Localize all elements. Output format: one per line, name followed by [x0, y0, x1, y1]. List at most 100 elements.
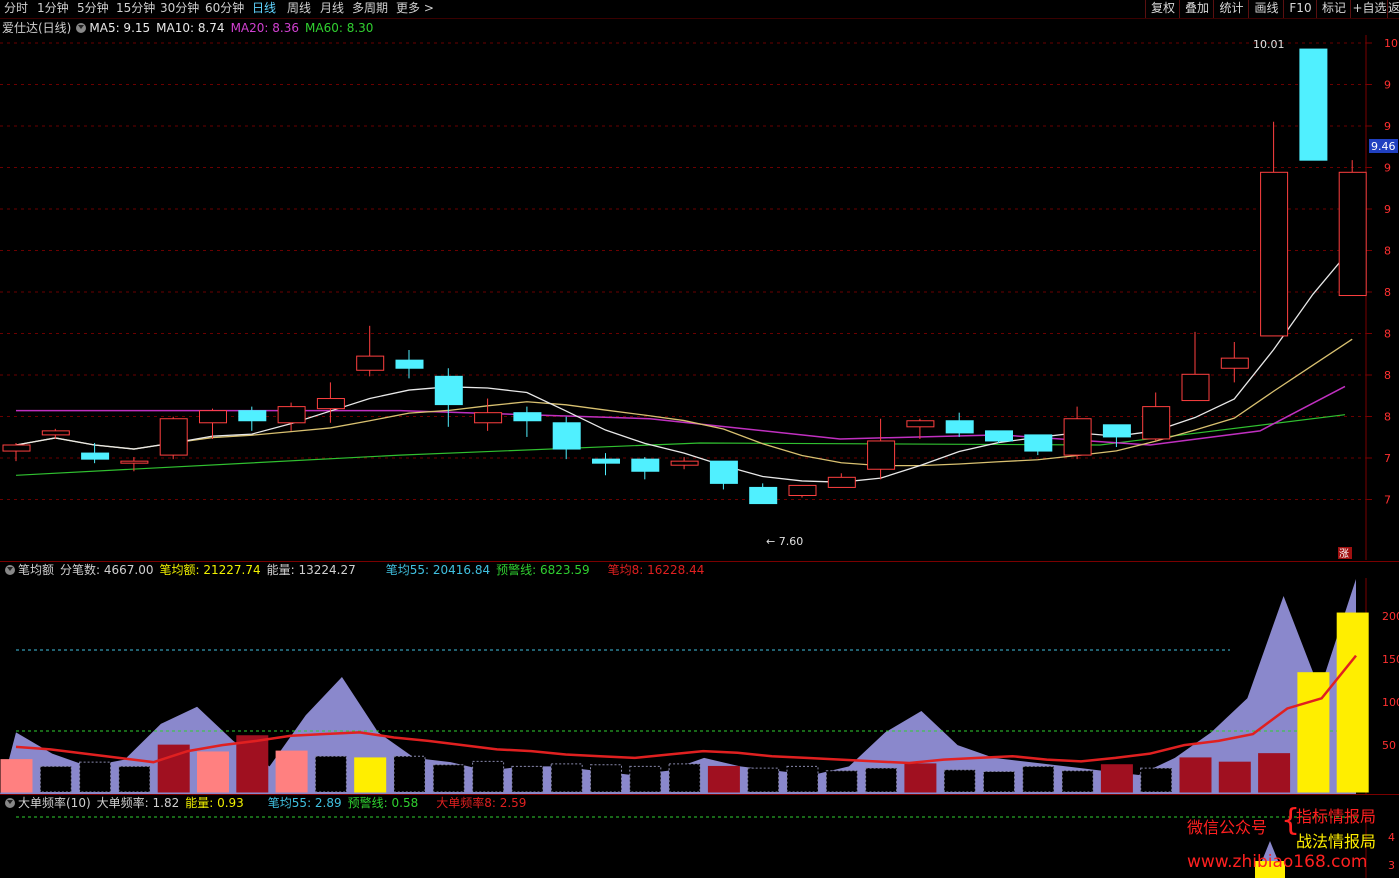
timeframe-tab-9[interactable]: 多周期: [352, 0, 388, 18]
panel1-dropdown-icon[interactable]: [5, 565, 15, 575]
p1-bar: [629, 765, 662, 793]
panel1-legend: 笔均额 分笔数: 4667.00 笔均额: 21227.74 能量: 13224.27…: [2, 563, 710, 577]
candle-body: [788, 484, 817, 496]
p1-bar: [943, 769, 976, 793]
price-axis-label: 9: [1384, 120, 1391, 133]
p1-bar: [275, 750, 308, 793]
p1-3: 能量: 13224.27: [266, 563, 356, 577]
panel2-dropdown-icon[interactable]: [5, 798, 15, 808]
price-axis-label: 8: [1384, 245, 1391, 258]
candle-body: [709, 460, 738, 484]
candle-body: [474, 412, 503, 424]
stock-title[interactable]: 爱仕达(日线): [2, 21, 71, 35]
price-axis-label: 8: [1384, 286, 1391, 299]
timeframe-tab-4[interactable]: 30分钟: [160, 0, 199, 18]
avg8-line: [15, 654, 1357, 765]
p1-axis-label: 50: [1382, 739, 1396, 752]
timeframe-tab-6[interactable]: 日线: [252, 0, 276, 18]
indicator-panel-1[interactable]: 200 150 100 50: [0, 578, 1399, 794]
candle-body: [1181, 373, 1210, 402]
price-axis-label: 9: [1384, 79, 1391, 92]
ma-legend-0: MA5: 9.15: [89, 21, 151, 35]
candle-body: [906, 420, 935, 428]
p1-6: 笔均8: 16228.44: [607, 563, 705, 577]
p2-4: 预警线: 0.58: [347, 796, 419, 810]
p1-bar: [118, 765, 151, 793]
p2-2: 能量: 0.93: [185, 796, 244, 810]
candle-body: [513, 412, 542, 422]
p1-bar: [236, 735, 269, 793]
ma10-line: [15, 338, 1353, 467]
timeframe-tab-5[interactable]: 60分钟: [205, 0, 244, 18]
p1-bar: [668, 763, 701, 793]
candle-body: [985, 430, 1013, 442]
candle-body: [552, 422, 581, 450]
p1-bar: [1297, 672, 1330, 793]
candle-body: [1142, 406, 1171, 440]
toolbar-button-0[interactable]: 复权: [1145, 0, 1180, 18]
toolbar-button-4[interactable]: F10: [1283, 0, 1317, 18]
p1-bar: [904, 763, 937, 793]
ma-legend-3: MA60: 8.30: [305, 21, 374, 35]
candle-body: [81, 452, 110, 460]
p1-bar: [1179, 757, 1212, 793]
candle-body: [945, 420, 974, 434]
candle-body: [434, 375, 463, 406]
toolbar-button-7[interactable]: 返: [1387, 0, 1399, 18]
p1-5: 预警线: 6823.59: [496, 563, 590, 577]
candle-body: [592, 458, 620, 464]
candle-body: [1220, 357, 1249, 369]
price-axis-label: 9: [1384, 162, 1391, 175]
p1-bar: [590, 764, 622, 793]
candlestick-chart[interactable]: 10 9 9 9 9 8 8 8 8 8 7 7 10.01 ← 7.60 9.46 涨: [0, 35, 1399, 560]
p1-bar: [472, 760, 505, 793]
timeframe-tab-1[interactable]: 1分钟: [37, 0, 69, 18]
price-axis-label: 8: [1384, 411, 1391, 424]
legend-dropdown-icon[interactable]: [76, 23, 87, 33]
p1-bar: [0, 759, 33, 793]
p2-1: 大单频率: 1.82: [96, 796, 180, 810]
candle-body: [159, 418, 188, 456]
panel-divider: [0, 561, 1399, 562]
timeframe-tab-10[interactable]: 更多 >: [396, 0, 434, 18]
p1-bar: [1218, 761, 1251, 793]
timeframe-tab-0[interactable]: 分时: [4, 0, 28, 18]
candle-body: [670, 460, 699, 466]
toolbar-button-3[interactable]: 画线: [1248, 0, 1284, 18]
p1-bar: [786, 765, 819, 793]
timeframe-tab-8[interactable]: 月线: [320, 0, 344, 18]
current-price-label: 9.46: [1371, 140, 1396, 153]
timeframe-tab-7[interactable]: 周线: [287, 0, 311, 18]
p1-bar: [707, 765, 740, 793]
p1-bar: [1258, 753, 1291, 793]
p1-bar: [825, 770, 858, 793]
candle-body: [1102, 424, 1131, 438]
candle-body: [1299, 48, 1328, 161]
p1-bar: [747, 767, 780, 793]
price-axis-label: 8: [1384, 328, 1391, 341]
timeframe-tab-3[interactable]: 15分钟: [116, 0, 155, 18]
price-axis-label: 10: [1384, 37, 1398, 50]
toolbar-button-6[interactable]: +自选: [1350, 0, 1388, 18]
p1-bar: [550, 763, 583, 793]
watermark-wechat: 微信公众号: [1187, 818, 1268, 837]
timeframe-tab-2[interactable]: 5分钟: [77, 0, 109, 18]
toolbar-button-2[interactable]: 统计: [1213, 0, 1249, 18]
p2-5: 大单频率8: 2.59: [436, 796, 527, 810]
candle-body: [827, 476, 856, 488]
toolbar-button-5[interactable]: 标记: [1316, 0, 1351, 18]
p1-axis-label: 150: [1382, 653, 1399, 666]
price-axis-label: 9: [1384, 203, 1391, 216]
candle-body: [2, 444, 31, 452]
p1-bar: [1336, 612, 1369, 793]
p1-4: 笔均55: 20416.84: [385, 563, 491, 577]
candle-body: [1260, 171, 1289, 337]
candle-body: [749, 486, 778, 505]
candle-body: [1338, 171, 1367, 297]
ma-legend-2: MA20: 8.36: [230, 21, 299, 35]
watermark-url: www.zhibiao168.com: [1187, 852, 1368, 872]
candle-body: [238, 410, 267, 422]
candle-body: [199, 410, 227, 424]
candle-body: [867, 440, 896, 470]
toolbar-button-1[interactable]: 叠加: [1179, 0, 1214, 18]
